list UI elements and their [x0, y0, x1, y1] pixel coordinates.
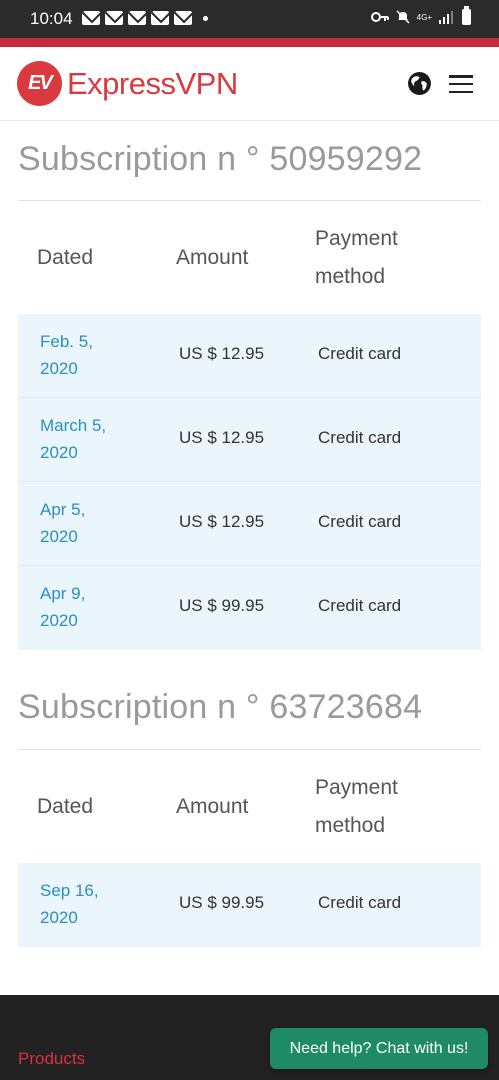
- payment-method-cell: Credit card: [318, 893, 402, 912]
- notification-icons: [82, 11, 208, 25]
- payment-method-cell: Credit card: [318, 596, 402, 615]
- column-header-payment-line1: Payment: [315, 776, 398, 799]
- date-link[interactable]: Sep 16, 2020: [40, 877, 150, 931]
- column-header-amount: Amount: [176, 795, 249, 818]
- mail-icon: [151, 11, 169, 25]
- payment-method-cell: Credit card: [318, 428, 402, 447]
- key-icon: [370, 12, 389, 22]
- mail-icon: [174, 11, 192, 25]
- table-row: March 5, 2020 US $ 12.95 Credit card: [18, 398, 481, 482]
- column-header-payment-line1: Payment: [315, 227, 398, 250]
- accent-line: [0, 38, 499, 47]
- amount-cell: US $ 99.95: [179, 893, 265, 912]
- date-link[interactable]: March 5, 2020: [40, 412, 150, 466]
- table-row: Apr 5, 2020 US $ 12.95 Credit card: [18, 482, 481, 566]
- signal-icon: [439, 10, 455, 24]
- logo-wordmark: ExpressVPN: [67, 65, 238, 101]
- column-header-payment: Payment method: [315, 769, 398, 845]
- globe-icon[interactable]: [407, 71, 432, 96]
- column-header-payment-line2: method: [315, 814, 386, 837]
- logo-mark: EV: [17, 61, 62, 106]
- battery-icon: [462, 6, 471, 25]
- column-header-payment: Payment method: [315, 220, 398, 296]
- date-link[interactable]: Apr 9, 2020: [40, 580, 150, 634]
- column-header-dated: Dated: [37, 246, 94, 269]
- status-time: 10:04: [30, 9, 73, 28]
- table-row: Feb. 5, 2020 US $ 12.95 Credit card: [18, 314, 481, 398]
- system-icons: 4G+: [370, 6, 471, 25]
- date-link[interactable]: Apr 5, 2020: [40, 496, 150, 550]
- payments-table-body: Feb. 5, 2020 US $ 12.95 Credit card March…: [18, 314, 481, 650]
- payment-method-cell: Credit card: [318, 344, 402, 363]
- divider: [18, 749, 481, 750]
- products-link[interactable]: Products: [18, 1049, 85, 1069]
- amount-cell: US $ 99.95: [179, 596, 265, 615]
- payments-table-body: Sep 16, 2020 US $ 99.95 Credit card: [18, 863, 481, 947]
- table-row: Sep 16, 2020 US $ 99.95 Credit card: [18, 863, 481, 947]
- divider: [18, 200, 481, 201]
- subscription-title: Subscription n ° 50959292: [18, 140, 423, 178]
- column-header-dated: Dated: [37, 795, 94, 818]
- mail-icon: [105, 11, 123, 25]
- amount-cell: US $ 12.95: [179, 428, 265, 447]
- table-row: Apr 9, 2020 US $ 99.95 Credit card: [18, 566, 481, 650]
- mail-icon: [82, 11, 100, 25]
- status-bar: 10:04 4G+: [0, 0, 499, 38]
- amount-cell: US $ 12.95: [179, 344, 265, 363]
- more-notifications-dot: [203, 15, 208, 21]
- payment-method-cell: Credit card: [318, 512, 402, 531]
- hamburger-menu-icon[interactable]: [449, 75, 473, 93]
- mail-icon: [128, 11, 146, 25]
- column-header-amount: Amount: [176, 246, 249, 269]
- date-link[interactable]: Feb. 5, 2020: [40, 328, 150, 382]
- column-header-payment-line2: method: [315, 265, 386, 288]
- chat-help-button[interactable]: Need help? Chat with us!: [270, 1028, 488, 1069]
- expressvpn-logo[interactable]: EV ExpressVPN: [17, 61, 238, 106]
- mute-icon: [396, 10, 410, 24]
- subscription-title: Subscription n ° 63723684: [18, 688, 423, 726]
- site-header: EV ExpressVPN: [0, 47, 499, 121]
- network-type: 4G+: [416, 12, 432, 22]
- amount-cell: US $ 12.95: [179, 512, 265, 531]
